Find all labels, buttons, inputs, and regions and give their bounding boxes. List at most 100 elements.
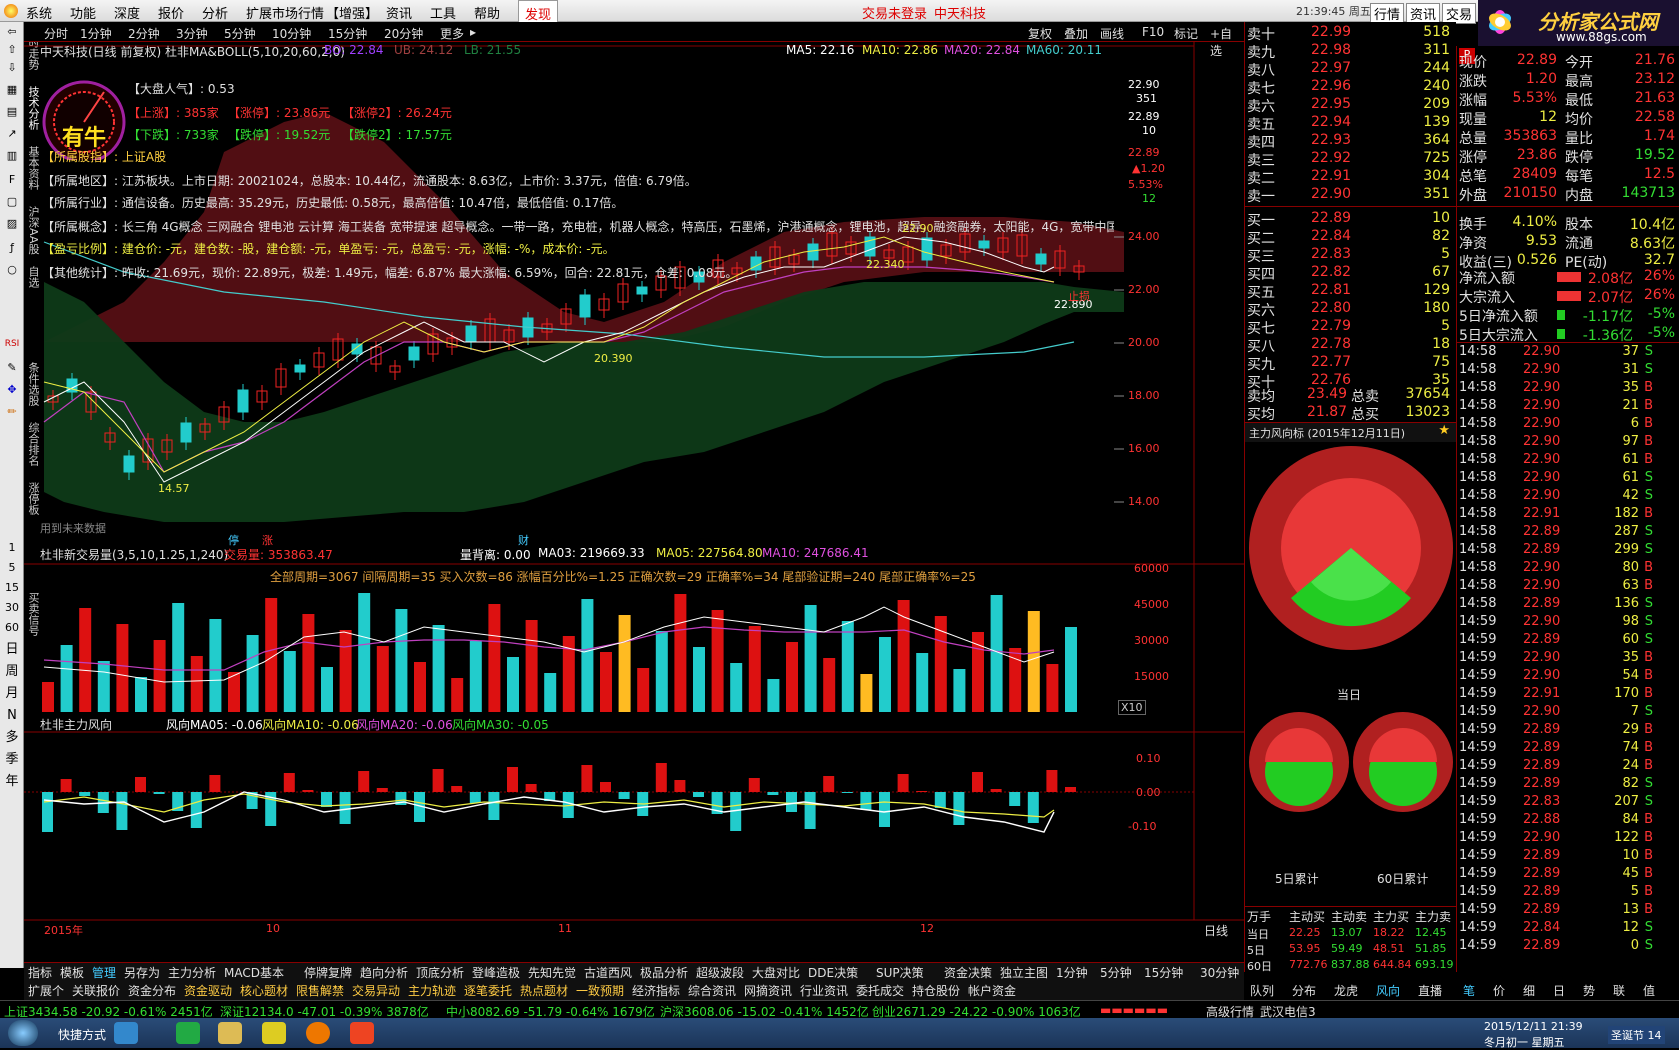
period-quarter[interactable]: 季 (1, 753, 23, 766)
info-tab[interactable]: 资金驱动 (184, 982, 232, 999)
btn-f10[interactable]: F10 (1142, 25, 1164, 39)
quote-tab[interactable]: 笔 (1463, 982, 1475, 999)
side-tab[interactable]: 风向 (1376, 982, 1400, 999)
quote-tab[interactable]: 联 (1613, 982, 1625, 999)
info-tab[interactable]: 热点题材 (520, 982, 568, 999)
indicator-tab[interactable]: 另存为 (124, 964, 160, 981)
menu-depth[interactable]: 深度 (114, 3, 140, 22)
period-label-day[interactable]: 日线 (1204, 922, 1228, 939)
indicator-tab[interactable]: 顶底分析 (416, 964, 464, 981)
nav-back-icon[interactable]: ⇦ (1, 26, 23, 38)
info-tab[interactable]: 综合资讯 (688, 982, 736, 999)
btn-trade[interactable]: 交易 (1442, 3, 1477, 24)
info-tab[interactable]: 网摘资讯 (744, 982, 792, 999)
indicator-tab[interactable]: SUP决策 (876, 964, 924, 981)
period-n[interactable]: N (1, 709, 23, 722)
move-icon[interactable]: ✥ (1, 384, 23, 396)
nav-down-icon[interactable]: ⇩ (1, 62, 23, 74)
period-5[interactable]: 5 (1, 562, 23, 574)
quote-tab[interactable]: 势 (1583, 982, 1595, 999)
period-60[interactable]: 60 (1, 622, 23, 634)
info-tab[interactable]: 限售解禁 (296, 982, 344, 999)
info-tab[interactable]: 持仓股份 (912, 982, 960, 999)
info-tab[interactable]: 关联报价 (72, 982, 120, 999)
indicator-tab[interactable]: 大盘对比 (752, 964, 800, 981)
stock-app-icon[interactable] (350, 1022, 374, 1044)
btn-fuquan[interactable]: 复权 (1028, 25, 1052, 42)
side-tab[interactable]: 龙虎 (1334, 982, 1358, 999)
indicator-tab[interactable]: MACD基本 (224, 964, 284, 981)
tf-15min[interactable]: 15分钟 (328, 25, 367, 42)
indicator-tab[interactable]: 先知先觉 (528, 964, 576, 981)
btn-drawline[interactable]: 画线 (1100, 25, 1124, 42)
quote-tab[interactable]: 细 (1523, 982, 1535, 999)
start-button-icon[interactable] (8, 1020, 38, 1046)
info-tab[interactable]: 经济指标 (632, 982, 680, 999)
indicator-tab[interactable]: 独立主图 (1000, 964, 1048, 981)
info-tab[interactable]: 扩展个 (28, 982, 64, 999)
indicator-tab[interactable]: 模板 (60, 964, 84, 981)
btn-market[interactable]: 行情 (1370, 3, 1405, 24)
indicator-tab[interactable]: 趋向分析 (360, 964, 408, 981)
info-tab[interactable]: 资金分布 (128, 982, 176, 999)
indicator-tab[interactable]: 极品分析 (640, 964, 688, 981)
period-month[interactable]: 月 (1, 687, 23, 700)
info-tab[interactable]: 核心题材 (240, 982, 288, 999)
folder-icon[interactable] (218, 1022, 242, 1044)
star-icon[interactable]: ★ (1438, 423, 1450, 438)
kline-icon[interactable]: ▥ (1, 150, 23, 162)
list-icon[interactable]: ▤ (1, 106, 23, 118)
menu-help[interactable]: 帮助 (474, 3, 500, 22)
info-tab[interactable]: 委托成交 (856, 982, 904, 999)
indicator-tab[interactable]: 登峰造极 (472, 964, 520, 981)
indicator-tab[interactable]: 1分钟 (1056, 964, 1088, 981)
indicator-tab[interactable]: 管理 (92, 964, 116, 981)
nav-up-icon[interactable]: ⇧ (1, 44, 23, 56)
side-tab[interactable]: 队列 (1250, 982, 1274, 999)
pencil-icon[interactable]: ✎ (1, 362, 23, 374)
tf-more-arrow-icon[interactable]: ▸ (470, 25, 476, 39)
f10-icon[interactable]: F (1, 174, 23, 186)
period-multi[interactable]: 多 (1, 731, 23, 744)
period-week[interactable]: 周 (1, 665, 23, 678)
menu-function[interactable]: 功能 (70, 3, 96, 22)
indicator-tab[interactable]: 超级波段 (696, 964, 744, 981)
tf-2min[interactable]: 2分钟 (128, 25, 160, 42)
kline-chart-area[interactable]: 中天科技(日线 前复权) 杜非MA&BOLL(5,10,20,60,2,0) B… (24, 42, 1244, 962)
menu-system[interactable]: 系统 (26, 3, 52, 22)
info-tab[interactable]: 行业资讯 (800, 982, 848, 999)
period-15[interactable]: 15 (1, 582, 23, 594)
info-tab[interactable]: 主力轨迹 (408, 982, 456, 999)
menu-analysis[interactable]: 分析 (202, 3, 228, 22)
info-tab[interactable]: 逐笔委托 (464, 982, 512, 999)
btn-news[interactable]: 资讯 (1406, 3, 1441, 24)
tf-intraday[interactable]: 分时 (44, 25, 68, 42)
grid-icon[interactable]: ▦ (1, 84, 23, 96)
quote-tab[interactable]: 价 (1493, 982, 1505, 999)
tf-1min[interactable]: 1分钟 (80, 25, 112, 42)
info-tab[interactable]: 帐户资金 (968, 982, 1016, 999)
period-30[interactable]: 30 (1, 602, 23, 614)
side-tab[interactable]: 直播 (1418, 982, 1442, 999)
tf-more[interactable]: 更多 (440, 25, 464, 42)
tf-20min[interactable]: 20分钟 (384, 25, 423, 42)
btn-overlay[interactable]: 叠加 (1064, 25, 1088, 42)
search-icon[interactable]: ○ (1, 264, 23, 276)
period-1[interactable]: 1 (1, 542, 23, 554)
media-player-icon[interactable] (176, 1022, 200, 1044)
indicator-tab[interactable]: 停牌复牌 (304, 964, 352, 981)
fx-icon[interactable]: ƒ (1, 242, 23, 254)
indicator-tab[interactable]: 30分钟 (1200, 964, 1239, 981)
tf-10min[interactable]: 10分钟 (272, 25, 311, 42)
quote-tab[interactable]: 日 (1553, 982, 1565, 999)
side-tab[interactable]: 分布 (1292, 982, 1316, 999)
period-year[interactable]: 年 (1, 775, 23, 788)
indicator-tab[interactable]: DDE决策 (808, 964, 858, 981)
firefox-icon[interactable] (306, 1022, 330, 1044)
btn-mark[interactable]: 标记 (1174, 25, 1198, 42)
tf-3min[interactable]: 3分钟 (176, 25, 208, 42)
quote-tab[interactable]: 值 (1643, 982, 1655, 999)
indicator-tab[interactable]: 资金决策 (944, 964, 992, 981)
trade-login-status[interactable]: 交易未登录 (862, 3, 927, 22)
indicator-tab[interactable]: 古道西风 (584, 964, 632, 981)
